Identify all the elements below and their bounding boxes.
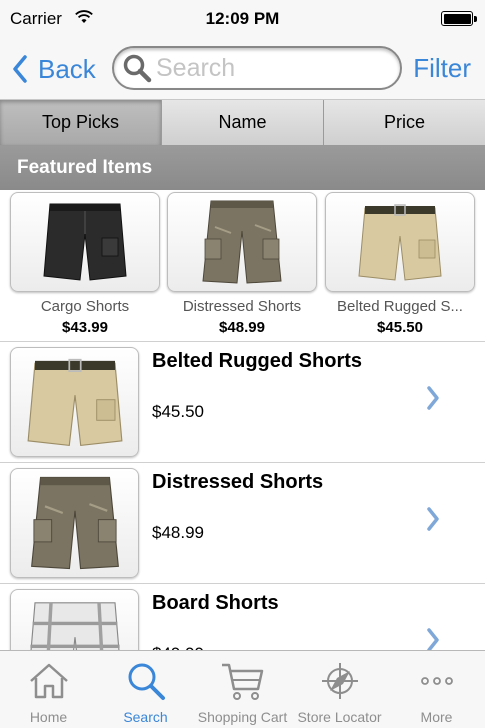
compass-icon [320,659,360,703]
segment-name[interactable]: Name [162,100,324,145]
product-price: $45.50 [152,402,204,421]
product-image [167,192,317,292]
search-input[interactable] [156,53,396,83]
segment-price[interactable]: Price [324,100,485,145]
search-icon [126,659,166,703]
featured-item-name: Cargo Shorts [40,298,130,315]
tab-shopping-cart[interactable]: Shopping Cart [194,651,291,728]
sort-segmented-control: Top Picks Name Price [0,100,485,146]
tab-label: Search [123,709,168,725]
tab-label: Store Locator [297,709,382,725]
more-icon [417,659,457,703]
tab-store-locator[interactable]: Store Locator [291,651,388,728]
product-thumbnail [10,468,139,578]
featured-item-name: Distressed Shorts [182,298,302,315]
product-name: Distressed Shorts [152,471,324,493]
featured-item-price: $48.99 [219,319,265,336]
featured-item-price: $43.99 [62,319,108,336]
search-field[interactable] [112,46,402,90]
product-row[interactable]: Belted Rugged Shorts $45.50 [0,342,485,463]
tab-bar: Home Search Shopping Cart Store Locator … [0,650,485,728]
featured-item-price: $45.50 [377,319,423,336]
product-row[interactable]: Distressed Shorts $48.99 [0,463,485,584]
status-time: 12:09 PM [205,9,280,28]
tab-more[interactable]: More [388,651,485,728]
segment-top-picks[interactable]: Top Picks [0,100,162,145]
tab-search[interactable]: Search [97,651,194,728]
status-bar: Carrier 12:09 PM [0,0,485,38]
belted-khaki-shorts-image [27,358,122,447]
featured-carousel: Cargo Shorts $43.99 Distressed Shorts $4… [0,190,485,342]
chevron-right-icon [427,507,439,531]
featured-item[interactable]: Cargo Shorts $43.99 [10,192,160,336]
chevron-left-icon [13,55,27,83]
product-thumbnail [10,347,139,457]
search-icon [123,54,152,83]
distressed-shorts-image [30,476,119,570]
featured-section-header: Featured Items [0,146,485,190]
battery-icon [441,11,477,26]
tab-label: Home [29,709,68,725]
tab-label: Shopping Cart [197,709,288,725]
back-label: Back [38,53,96,84]
featured-item-name: Belted Rugged S... [337,298,463,315]
back-button[interactable]: Back [12,52,96,86]
belted-khaki-shorts-image [358,204,442,281]
chevron-right-icon [427,386,439,410]
cart-icon [220,659,266,703]
featured-item[interactable]: Belted Rugged S... $45.50 [325,192,475,336]
product-name: Belted Rugged Shorts [152,350,363,372]
black-cargo-shorts-image [43,203,127,281]
featured-item[interactable]: Distressed Shorts $48.99 [167,192,317,336]
product-price: $48.99 [152,523,204,542]
product-name: Board Shorts [152,592,279,614]
navigation-bar: Back Filter [0,38,485,100]
product-image [325,192,475,292]
product-image [10,192,160,292]
filter-button[interactable]: Filter [413,53,471,84]
distressed-shorts-image [202,200,282,284]
tab-home[interactable]: Home [0,651,97,728]
home-icon [27,659,71,703]
tab-label: More [420,709,453,725]
